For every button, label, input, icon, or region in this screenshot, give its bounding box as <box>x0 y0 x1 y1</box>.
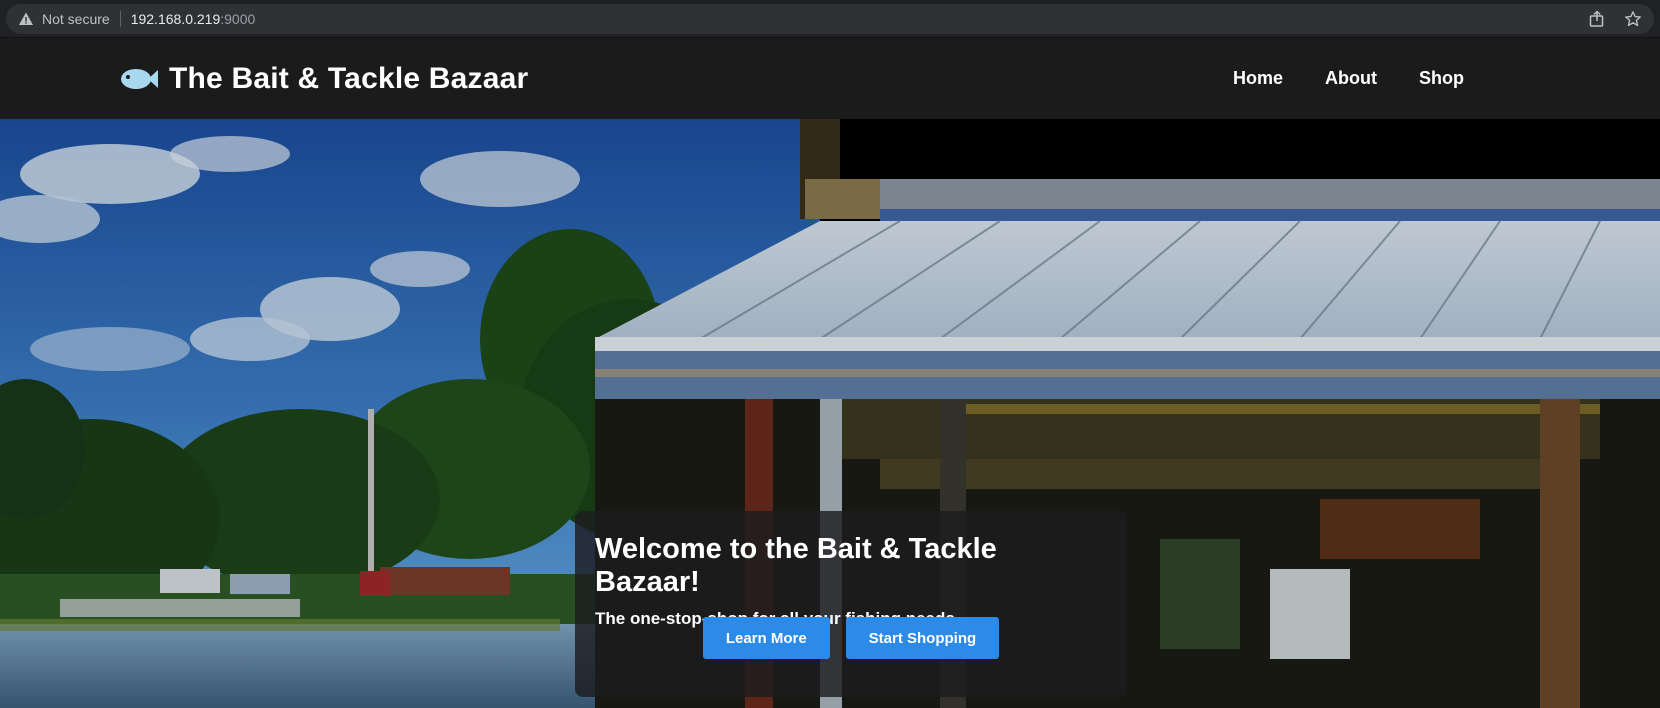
learn-more-button[interactable]: Learn More <box>702 617 830 659</box>
warning-icon[interactable] <box>18 11 34 27</box>
hero-card: Welcome to the Bait & Tackle Bazaar! The… <box>575 511 1127 697</box>
url-host[interactable]: 192.168.0.219 <box>131 11 221 27</box>
star-icon[interactable] <box>1624 10 1642 28</box>
divider <box>119 11 121 27</box>
nav-home-link[interactable]: Home <box>1233 68 1283 89</box>
hero-title: Welcome to the Bait & Tackle Bazaar! <box>595 533 997 598</box>
address-bar[interactable]: Not secure 192.168.0.219 :9000 <box>6 4 1654 34</box>
browser-bar: Not secure 192.168.0.219 :9000 <box>0 0 1660 38</box>
url-port[interactable]: :9000 <box>220 11 255 27</box>
security-label[interactable]: Not secure <box>42 11 110 27</box>
nav-about-link[interactable]: About <box>1325 68 1377 89</box>
hero-section: Welcome to the Bait & Tackle Bazaar! The… <box>0 119 1660 708</box>
site-title: The Bait & Tackle Bazaar <box>169 61 529 95</box>
site-header: The Bait & Tackle Bazaar Home About Shop <box>0 38 1660 119</box>
hero-button-row: Learn More Start Shopping <box>575 617 1127 659</box>
nav-shop-link[interactable]: Shop <box>1419 68 1464 89</box>
start-shopping-button[interactable]: Start Shopping <box>845 617 1000 659</box>
main-nav: Home About Shop <box>1233 38 1464 119</box>
share-icon[interactable] <box>1588 10 1606 28</box>
brand[interactable]: The Bait & Tackle Bazaar <box>119 38 528 119</box>
fish-icon <box>119 66 159 92</box>
